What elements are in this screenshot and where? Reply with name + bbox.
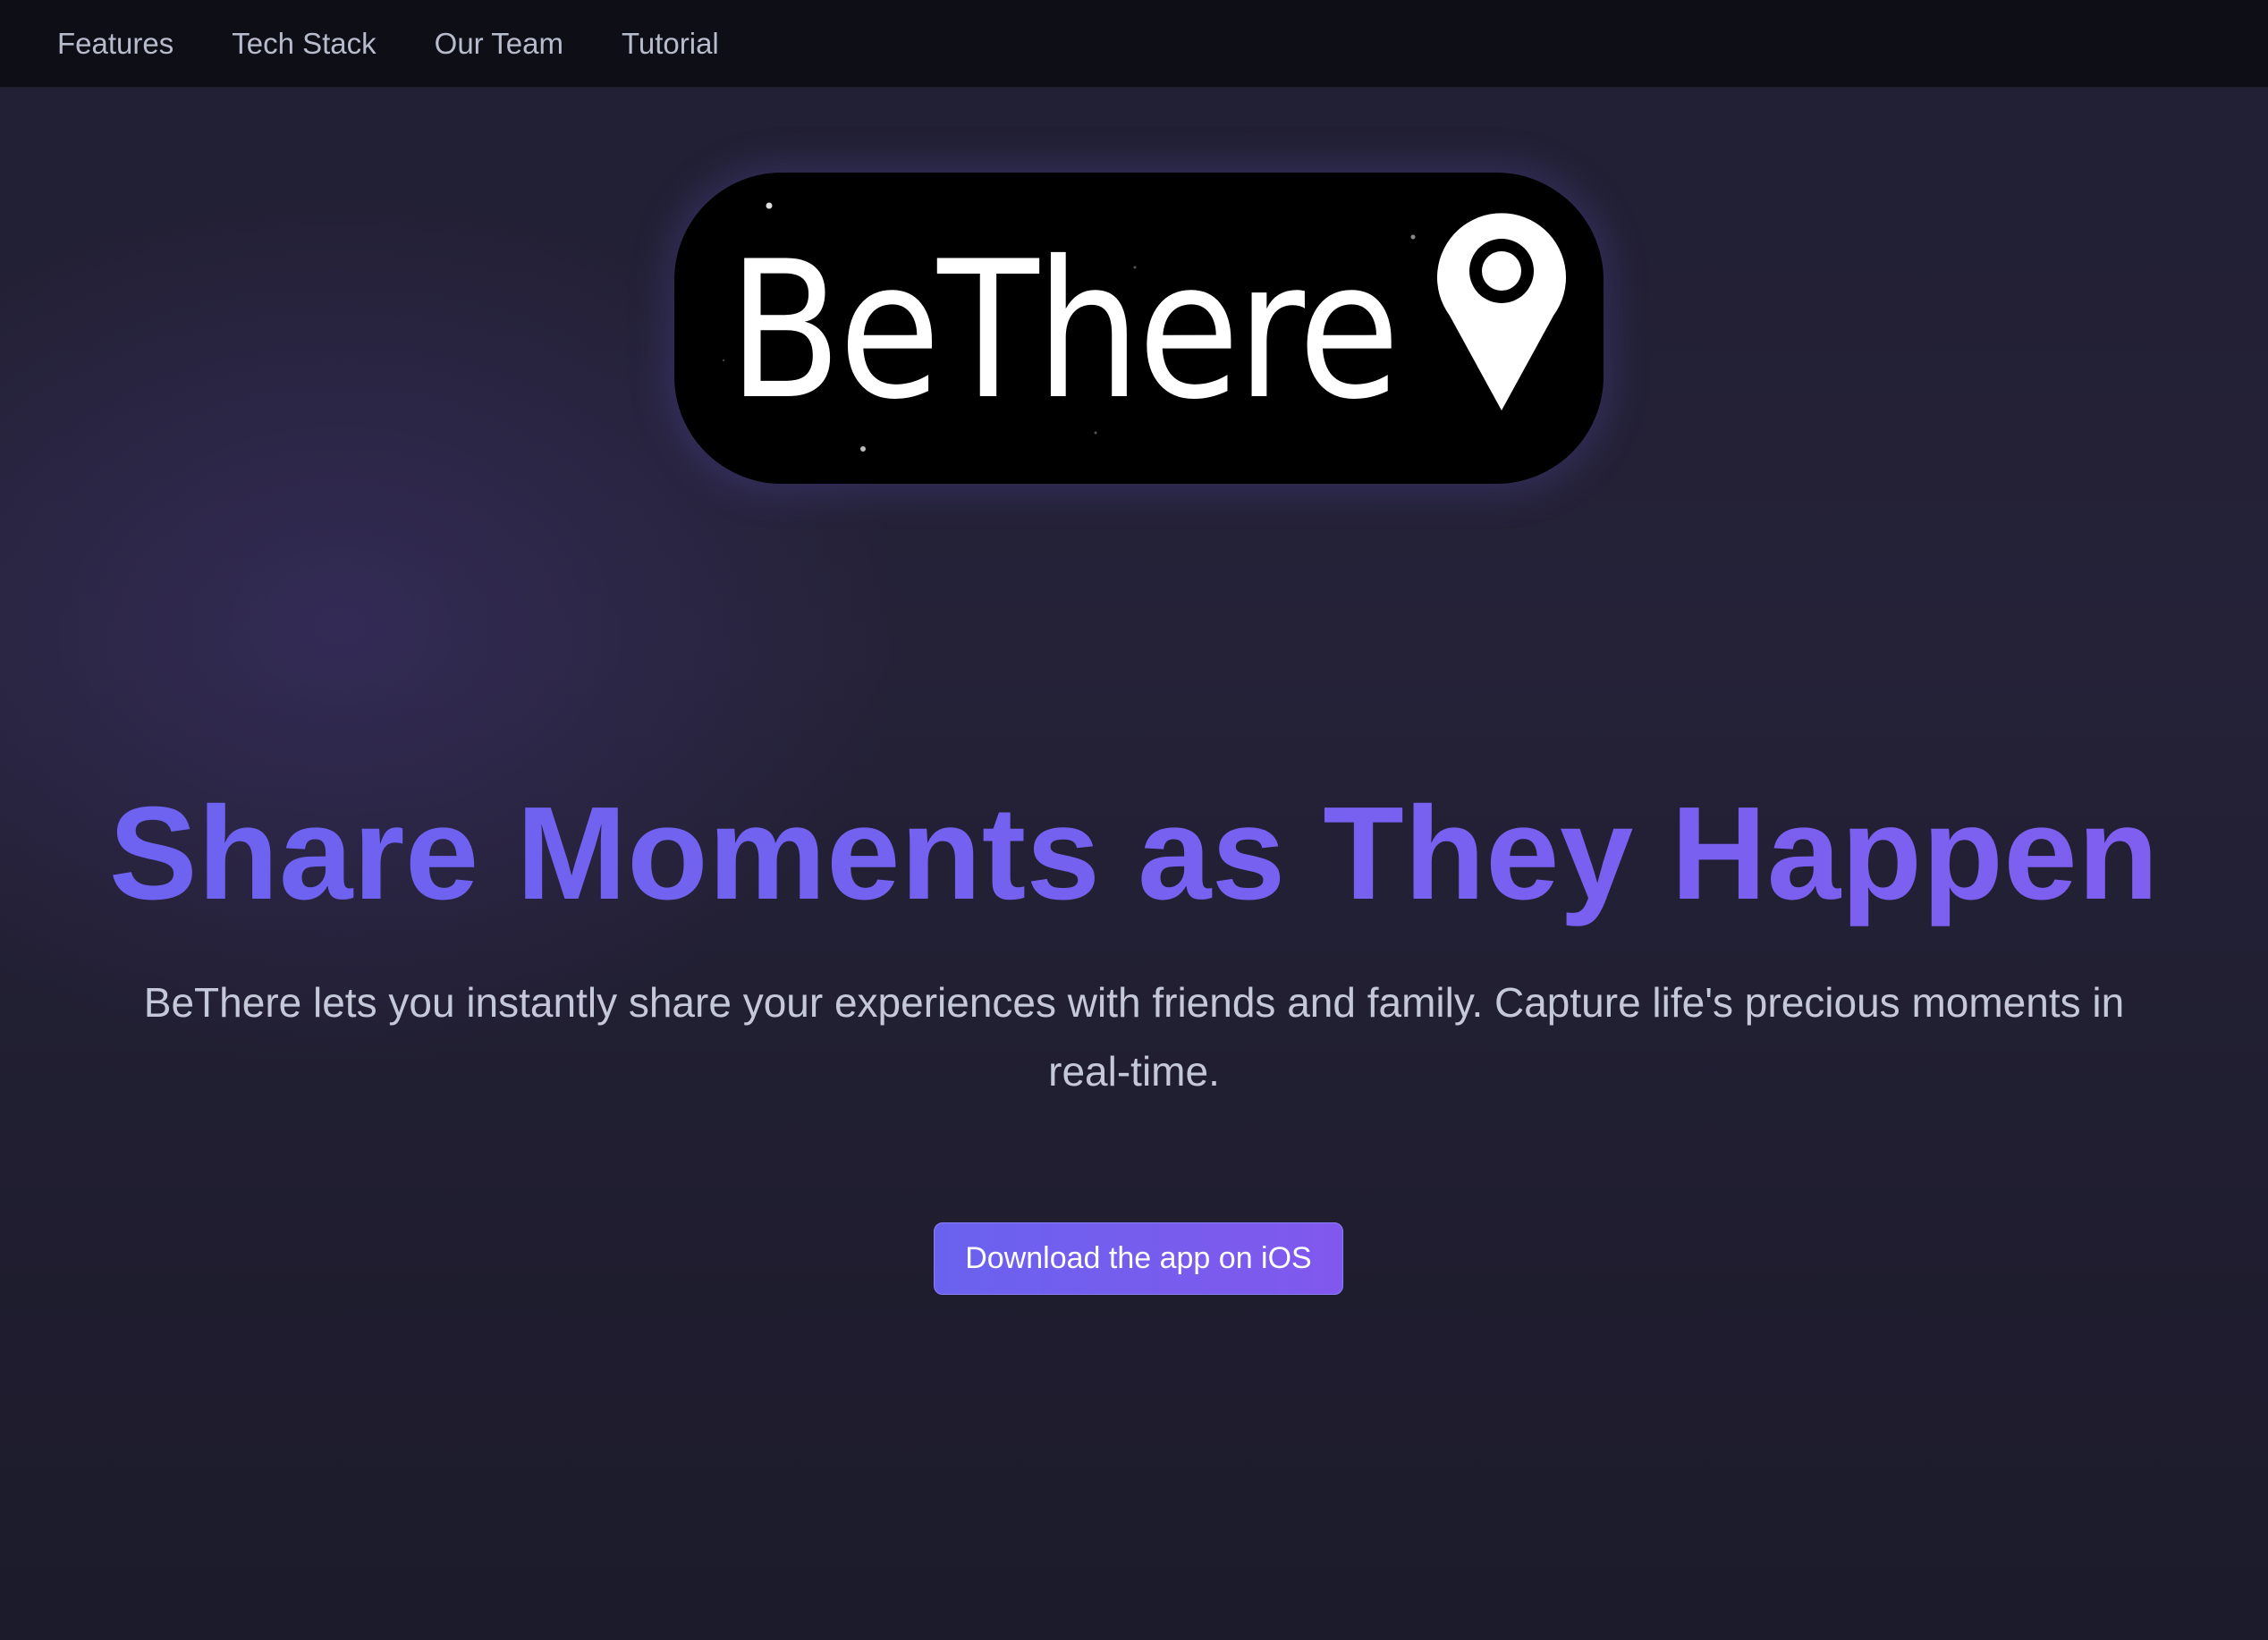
top-navigation: Features Tech Stack Our Team Tutorial: [0, 0, 2268, 88]
star-dot: [766, 202, 773, 209]
hero-subtitle: BeThere lets you instantly share your ex…: [143, 979, 2125, 1095]
nav-link-tech-stack[interactable]: Tech Stack: [232, 27, 376, 61]
star-dot: [1410, 234, 1416, 240]
star-dot: [860, 446, 866, 452]
logo-wordmark: BeThere: [728, 220, 1397, 441]
map-pin-icon: [1437, 213, 1566, 410]
star-dot: [722, 359, 725, 362]
nav-link-our-team[interactable]: Our Team: [435, 27, 563, 61]
nav-link-tutorial[interactable]: Tutorial: [622, 27, 719, 61]
nav-link-features[interactable]: Features: [57, 27, 173, 61]
download-ios-button[interactable]: Download the app on iOS: [934, 1222, 1343, 1295]
bethere-logo: BeThere: [674, 173, 1604, 484]
hero-title: Share Moments as They Happen: [0, 769, 2268, 939]
